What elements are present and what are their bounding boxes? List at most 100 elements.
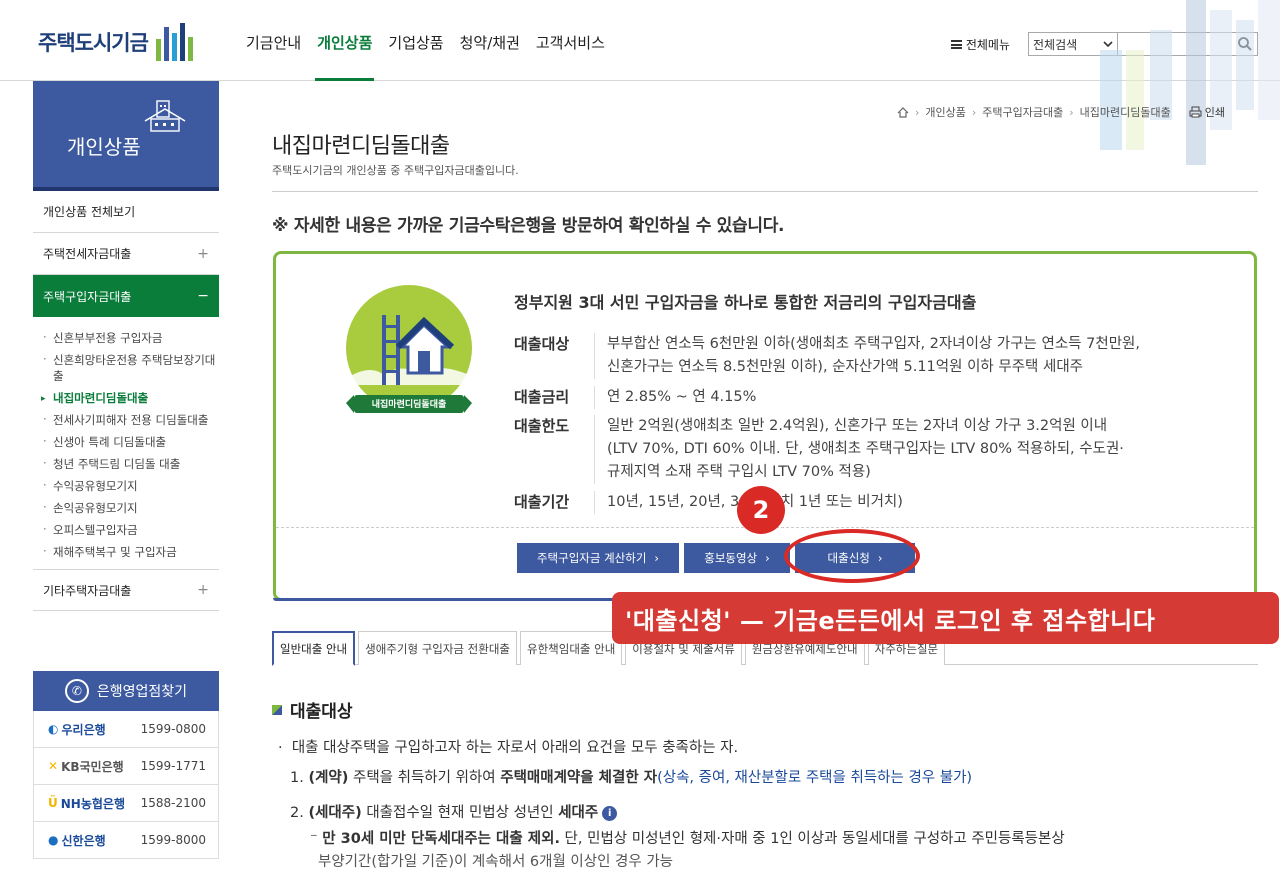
sidebar-item-jeonse-loan[interactable]: 주택전세자금대출 + [33, 233, 219, 275]
hamburger-icon [950, 39, 962, 49]
product-headline: 정부지원 3대 서민 구입자금을 하나로 통합한 저금리의 구입자금대출 [514, 293, 977, 312]
search-input[interactable] [1118, 32, 1258, 56]
breadcrumb-item[interactable]: 개인상품 [925, 104, 965, 120]
bank-name: Ü NH농협은행 [48, 796, 125, 811]
sidebar-nav: 개인상품 전체보기 주택전세자금대출 + 주택구입자금대출 − 신혼부부전용 구… [33, 191, 219, 611]
breadcrumb-item[interactable]: 주택구입자금대출 [982, 104, 1063, 120]
print-button[interactable]: 인쇄 [1189, 104, 1225, 120]
requirement-2-detail: ⁻ 만 30세 미만 단독세대주는 대출 제외. 단, 민법상 미성년인 형제·… [310, 831, 1065, 847]
highlight-ring [784, 529, 920, 583]
sidebar-title: 개인상품 [67, 135, 141, 159]
breadcrumb-item-current[interactable]: 내집마련디딤돌대출 [1080, 104, 1171, 120]
submenu-item[interactable]: 재해주택복구 및 구입자금 [41, 541, 219, 563]
shinhan-logo-icon: ● [48, 833, 59, 847]
requirement-2: 2. (세대주) 대출접수일 현재 민법상 성년인 세대주 i [290, 801, 618, 822]
promo-video-button[interactable]: 홍보동영상 › [684, 543, 790, 573]
home-icon[interactable] [897, 106, 909, 118]
sidebar-header: 개인상품 [33, 81, 219, 191]
callout-banner: '대출신청' — 기금e든든에서 로그인 후 접수합니다 [612, 592, 1279, 644]
chevron-right-icon: › [765, 551, 770, 565]
bank-tel: 1588-2100 [140, 796, 206, 810]
site-header: 주택도시기금 기금안내 개인상품 기업상품 청약/채권 고객서비스 전체메뉴 전… [0, 0, 1280, 81]
submenu-item[interactable]: 오피스텔구입자금 [41, 519, 219, 541]
product-badge-label: 내집마련디딤돌대출 [371, 400, 447, 410]
loan-calculator-button[interactable]: 주택구입자금 계산하기 › [517, 543, 679, 573]
breadcrumb: › 개인상품 › 주택구입자금대출 › 내집마련디딤돌대출 인쇄 [897, 104, 1225, 120]
submenu-item[interactable]: 전세사기피해자 전용 디딤돌대출 [41, 409, 219, 431]
bank-finder: ✆ 은행영업점찾기 ◐ 우리은행 1599-0800 ✕ KB국민은행 1599-1… [33, 671, 219, 859]
header-utilities: 전체메뉴 전체검색 [950, 32, 1258, 56]
product-summary-box: 내집마련디딤돌대출 정부지원 3대 서민 구입자금을 하나로 통합한 저금리의 … [273, 251, 1257, 601]
notice-text: ※ 자세한 내용은 가까운 기금수탁은행을 방문하여 확인하실 수 있습니다. [272, 216, 785, 236]
kb-logo-icon: ✕ [48, 759, 59, 773]
bank-row[interactable]: ✕ KB국민은행 1599-1771 [33, 748, 219, 785]
step-badge: 2 [737, 486, 785, 534]
sidebar-item-label: 주택전세자금대출 [43, 247, 132, 261]
sidebar-item-label: 기타주택자금대출 [43, 583, 132, 598]
woori-logo-icon: ◐ [48, 722, 59, 736]
bank-tel: 1599-0800 [140, 722, 206, 736]
nav-customer-service[interactable]: 고객서비스 [528, 0, 613, 81]
chevron-right-icon: › [971, 105, 977, 119]
bank-finder-title: 은행영업점찾기 [96, 684, 188, 700]
bank-row[interactable]: Ü NH농협은행 1588-2100 [33, 785, 219, 822]
sidebar-item-all[interactable]: 개인상품 전체보기 [33, 191, 219, 233]
sidebar-item-other-loan[interactable]: 기타주택자금대출 + [33, 570, 219, 611]
sidebar-submenu: 신혼부부전용 구입자금 신혼희망타운전용 주택담보장기대출 내집마련디딤돌대출 … [33, 317, 219, 570]
requirement-1: 1. (계약) 주택을 취득하기 위하여 주택매매계약을 체결한 자(상속, 증… [290, 770, 973, 786]
sidebar-item-label: 개인상품 전체보기 [43, 205, 136, 219]
submenu-item[interactable]: 청년 주택드림 디딤돌 대출 [41, 453, 219, 475]
spec-value: 부부합산 연소득 6천만원 이하(생애최초 주택구입자, 2자녀이상 가구는 연… [594, 333, 1234, 379]
sidebar-item-label: 주택구입자금대출 [43, 289, 132, 304]
section-bullet-icon [272, 704, 282, 715]
nh-logo-icon: Ü [48, 796, 58, 810]
expand-icon: + [197, 582, 209, 598]
logo-mark-icon [155, 23, 193, 61]
spec-key: 대출대상 [514, 335, 570, 353]
spec-value: 연 2.85% ~ 연 4.15% [594, 386, 1234, 409]
bank-row[interactable]: ◐ 우리은행 1599-0800 [33, 711, 219, 748]
chevron-down-icon [1103, 40, 1113, 47]
nav-subscription-bonds[interactable]: 청약/채권 [452, 0, 528, 81]
submenu-item[interactable]: 수익공유형모기지 [41, 475, 219, 497]
print-label: 인쇄 [1204, 106, 1226, 119]
tab-limited-liability[interactable]: 유한책임대출 안내 [520, 631, 623, 665]
site-logo[interactable]: 주택도시기금 [38, 22, 193, 62]
search-icon[interactable] [1237, 36, 1253, 52]
bank-tel: 1599-1771 [140, 759, 206, 773]
nav-fund-info[interactable]: 기금안내 [246, 0, 309, 81]
search-scope-value: 전체검색 [1033, 37, 1078, 52]
info-icon[interactable]: i [602, 805, 618, 821]
spec-key: 대출한도 [514, 417, 570, 435]
bank-row[interactable]: ● 신한은행 1599-8000 [33, 822, 219, 859]
all-menu-label: 전체메뉴 [965, 37, 1010, 52]
page-title: 내집마련디딤돌대출 [272, 134, 450, 159]
global-nav: 기금안내 개인상품 기업상품 청약/채권 고객서비스 [246, 0, 613, 81]
submenu-item[interactable]: 손익공유형모기지 [41, 497, 219, 519]
sidebar-item-purchase-loan[interactable]: 주택구입자금대출 − [33, 275, 219, 317]
section-intro: · 대출 대상주택을 구입하고자 하는 자로서 아래의 요건을 모두 충족하는 … [278, 740, 739, 756]
nav-personal-products[interactable]: 개인상품 [309, 0, 380, 81]
search-scope-select[interactable]: 전체검색 [1028, 32, 1118, 56]
chevron-right-icon: › [915, 105, 920, 119]
expand-icon: + [197, 245, 209, 262]
submenu-item[interactable]: 신혼부부전용 구입자금 [41, 327, 219, 349]
spec-key: 대출금리 [514, 388, 570, 406]
printer-icon [1189, 106, 1202, 118]
tab-lifecycle-conversion[interactable]: 생애주기형 구입자금 전환대출 [358, 631, 517, 665]
building-icon [144, 100, 186, 132]
all-menu-button[interactable]: 전체메뉴 [950, 36, 1010, 53]
nav-corporate-products[interactable]: 기업상품 [380, 0, 451, 81]
bank-finder-header[interactable]: ✆ 은행영업점찾기 [33, 671, 219, 711]
tab-general-loan[interactable]: 일반대출 안내 [272, 631, 356, 666]
bank-name: ● 신한은행 [48, 833, 106, 848]
bank-name: ✕ KB국민은행 [48, 759, 124, 774]
phone-icon: ✆ [64, 679, 89, 703]
submenu-item-current[interactable]: 내집마련디딤돌대출 [41, 387, 219, 409]
spec-value: 일반 2억원(생애최초 일반 2.4억원), 신혼가구 또는 2자녀 이상 가구… [594, 415, 1234, 484]
submenu-item[interactable]: 신생아 특례 디딤돌대출 [41, 431, 219, 453]
spec-value: 10년, 15년, 20년, 30년(거치 1년 또는 비거치) [594, 491, 1234, 514]
collapse-icon: − [197, 288, 209, 304]
submenu-item[interactable]: 신혼희망타운전용 주택담보장기대출 [41, 349, 219, 387]
bank-tel: 1599-8000 [140, 833, 206, 847]
